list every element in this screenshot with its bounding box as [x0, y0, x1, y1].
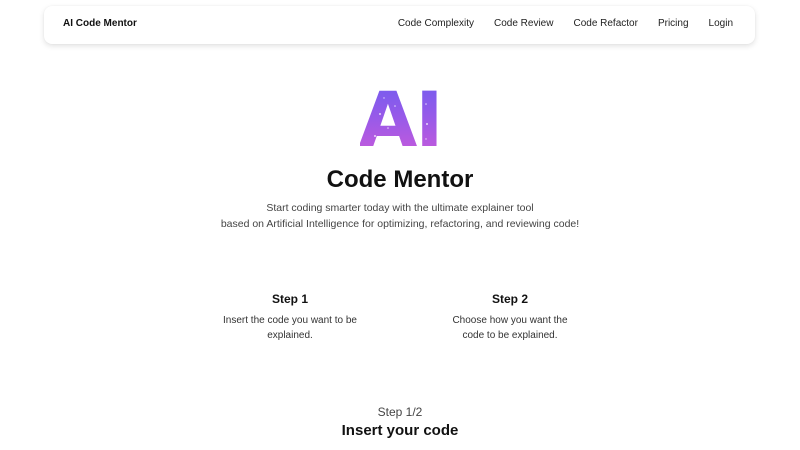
hero-title: Code Mentor — [326, 166, 474, 193]
nav-link-code-complexity[interactable]: Code Complexity — [398, 18, 474, 29]
step-1-description-line2: explained. — [267, 330, 313, 341]
nav-link-login[interactable]: Login — [709, 18, 733, 29]
hero-description: Start coding smarter today with the ulti… — [0, 200, 800, 232]
step-2: Step 2 Choose how you want the code to b… — [430, 292, 590, 343]
ai-logo-icon: AI — [360, 84, 440, 150]
step-2-description-line2: code to be explained. — [462, 330, 558, 341]
step-1: Step 1 Insert the code you want to be ex… — [210, 292, 370, 343]
hero-description-line1: Start coding smarter today with the ulti… — [266, 202, 534, 214]
nav-link-pricing[interactable]: Pricing — [658, 18, 689, 29]
nav-links: Code Complexity Code Review Code Refacto… — [378, 18, 733, 29]
nav-link-code-review[interactable]: Code Review — [494, 18, 553, 29]
step-1-title: Step 1 — [271, 292, 308, 306]
step-progress-label: Step 1/2 — [377, 405, 423, 419]
step-2-description: Choose how you want the code to be expla… — [430, 313, 590, 343]
hero-description-line2: based on Artificial Intelligence for opt… — [220, 218, 580, 230]
step-2-title: Step 2 — [491, 292, 528, 306]
brand-link[interactable]: AI Code Mentor — [63, 18, 137, 29]
top-navbar: AI Code Mentor Code Complexity Code Revi… — [44, 6, 755, 44]
step-1-description-line1: Insert the code you want to be — [223, 315, 357, 326]
nav-link-code-refactor[interactable]: Code Refactor — [573, 18, 637, 29]
ai-logo-text: AI — [360, 84, 440, 150]
step-2-description-line1: Choose how you want the — [452, 315, 568, 326]
step-1-description: Insert the code you want to be explained… — [210, 313, 370, 343]
insert-code-title: Insert your code — [341, 422, 459, 439]
